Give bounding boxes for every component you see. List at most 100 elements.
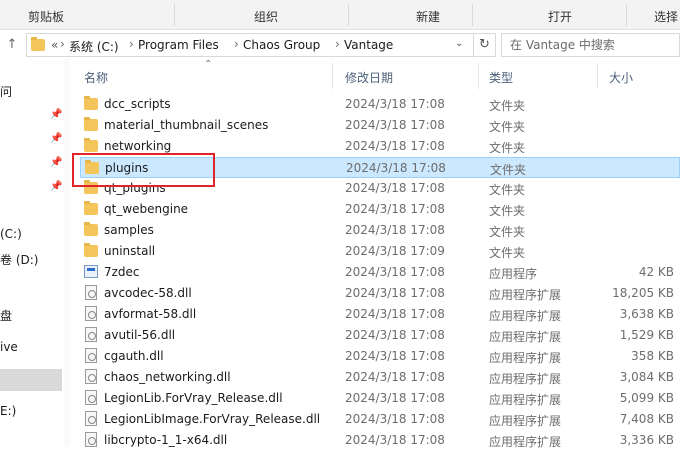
file-date: 2024/3/18 17:08 [345, 223, 445, 237]
breadcrumb-program-files[interactable]: Program Files [138, 38, 219, 52]
file-date: 2024/3/18 17:08 [346, 161, 446, 175]
file-type: 文件夹 [489, 246, 526, 260]
file-row[interactable]: avcodec-58.dll 2024/3/18 17:08 应用程序扩展 18,20… [80, 283, 680, 304]
up-arrow-icon[interactable]: ↑ [4, 37, 20, 53]
folder-icon [84, 117, 98, 131]
file-type: 应用程序 [489, 267, 538, 281]
ribbon-group-new[interactable]: 新建 [416, 8, 440, 25]
file-name: avutil-56.dll [104, 328, 176, 342]
folder-icon [84, 96, 98, 110]
pin-icon[interactable]: 📌 [50, 133, 62, 144]
pin-icon[interactable]: 📌 [50, 157, 62, 168]
file-row[interactable]: LegionLib.ForVray_Release.dll 2024/3/18 1… [80, 388, 680, 409]
file-type: 应用程序扩展 [489, 330, 562, 344]
column-header-type[interactable]: 类型 [489, 69, 513, 86]
nav-item-drive-d[interactable]: 卷 (D:) [0, 251, 38, 268]
pin-icon[interactable]: 📌 [50, 181, 62, 192]
file-row[interactable]: avutil-56.dll 2024/3/18 17:08 应用程序扩展 1,529 … [80, 325, 680, 346]
file-date: 2024/3/18 17:08 [345, 265, 445, 279]
nav-item-drive-e[interactable]: E:) [0, 404, 16, 418]
ribbon-divider [472, 4, 473, 26]
address-bar[interactable]: « › 系统 (C:) › Program Files › Chaos Grou… [26, 33, 474, 57]
file-size: 3,638 KB [619, 307, 674, 321]
file-date: 2024/3/18 17:08 [345, 433, 445, 447]
breadcrumb-overflow[interactable]: « [51, 38, 58, 52]
file-row[interactable]: libcrypto-1_1-x64.dll 2024/3/18 17:08 应用程序… [80, 430, 680, 451]
folder-icon [84, 138, 98, 152]
search-input[interactable]: 在 Vantage 中搜索 [501, 33, 680, 57]
ribbon-group-select[interactable]: 选择 [654, 8, 678, 25]
file-date: 2024/3/18 17:08 [345, 97, 445, 111]
breadcrumb-vantage[interactable]: Vantage [344, 38, 393, 52]
folder-icon [84, 201, 98, 215]
nav-item-disk[interactable]: 盘 [0, 307, 12, 324]
file-row[interactable]: 7zdec 2024/3/18 17:08 应用程序 42 KB [80, 262, 680, 283]
file-name: LegionLibImage.ForVray_Release.dll [104, 412, 321, 426]
chevron-right-icon: › [129, 37, 134, 51]
nav-item[interactable]: 问 [0, 83, 12, 100]
file-name: cgauth.dll [104, 349, 164, 363]
chevron-right-icon: › [234, 37, 239, 51]
folder-icon [84, 222, 98, 236]
chevron-down-icon[interactable]: ⌄ [455, 38, 463, 49]
file-size: 3,084 KB [619, 370, 674, 384]
dll-icon [85, 285, 97, 300]
ribbon-group-organize[interactable]: 组织 [254, 8, 278, 25]
file-type: 文件夹 [489, 99, 526, 113]
sort-chevron-up-icon: ⌃ [204, 59, 213, 70]
file-row[interactable]: uninstall 2024/3/18 17:09 文件夹 [80, 241, 680, 262]
file-name: LegionLib.ForVray_Release.dll [104, 391, 283, 405]
refresh-icon[interactable]: ↻ [474, 33, 496, 57]
file-row[interactable]: chaos_networking.dll 2024/3/18 17:08 应用程序扩… [80, 367, 680, 388]
file-row[interactable]: cgauth.dll 2024/3/18 17:08 应用程序扩展 358 KB [80, 346, 680, 367]
file-type: 应用程序扩展 [489, 309, 562, 323]
file-row[interactable]: material_thumbnail_scenes 2024/3/18 17:08… [80, 115, 680, 136]
ribbon-divider [626, 4, 627, 26]
column-divider[interactable] [478, 63, 479, 89]
highlight-box [72, 153, 215, 187]
breadcrumb-chaos-group[interactable]: Chaos Group [243, 38, 320, 52]
column-header-size[interactable]: 大小 [609, 69, 633, 86]
file-size: 5,099 KB [619, 391, 674, 405]
column-header-date[interactable]: 修改日期 [345, 69, 393, 86]
nav-item-drive-c[interactable]: (C:) [0, 227, 22, 241]
nav-item-drive[interactable]: ive [0, 340, 18, 354]
dll-icon [85, 390, 97, 405]
ribbon-group-open[interactable]: 打开 [548, 8, 572, 25]
file-date: 2024/3/18 17:09 [345, 244, 445, 258]
file-type: 应用程序扩展 [489, 414, 562, 428]
file-type: 文件夹 [489, 204, 526, 218]
column-divider[interactable] [597, 63, 598, 89]
chevron-right-icon: › [60, 37, 65, 51]
file-date: 2024/3/18 17:08 [345, 391, 445, 405]
breadcrumb-drive[interactable]: 系统 (C:) [69, 38, 119, 55]
file-name: networking [104, 139, 172, 153]
file-name: samples [104, 223, 154, 237]
pin-icon[interactable]: 📌 [50, 109, 62, 120]
file-row[interactable]: LegionLibImage.ForVray_Release.dll 2024/3… [80, 409, 680, 430]
file-size: 358 KB [631, 349, 674, 363]
file-type: 应用程序扩展 [489, 393, 562, 407]
column-header-name[interactable]: 名称 [84, 69, 108, 86]
ribbon-group-clipboard[interactable]: 剪贴板 [28, 8, 64, 25]
file-type: 文件夹 [490, 163, 527, 177]
navigation-scrollbar[interactable] [64, 59, 70, 447]
file-row[interactable]: qt_webengine 2024/3/18 17:08 文件夹 [80, 199, 680, 220]
file-type: 应用程序扩展 [489, 435, 562, 449]
file-date: 2024/3/18 17:08 [345, 328, 445, 342]
file-type: 文件夹 [489, 183, 526, 197]
file-row[interactable]: dcc_scripts 2024/3/18 17:08 文件夹 [80, 94, 680, 115]
file-row[interactable]: samples 2024/3/18 17:08 文件夹 [80, 220, 680, 241]
dll-icon [85, 432, 97, 447]
file-type: 应用程序扩展 [489, 351, 562, 365]
file-row[interactable]: avformat-58.dll 2024/3/18 17:08 应用程序扩展 3,63… [80, 304, 680, 325]
dll-icon [85, 306, 97, 321]
file-date: 2024/3/18 17:08 [345, 181, 445, 195]
column-divider[interactable] [332, 63, 333, 89]
column-header-row: ⌃ 名称 修改日期 类型 大小 [70, 59, 680, 91]
file-date: 2024/3/18 17:08 [345, 118, 445, 132]
nav-item-selected[interactable] [0, 369, 62, 391]
file-type: 文件夹 [489, 120, 526, 134]
ribbon-divider [348, 4, 349, 26]
dll-icon [85, 369, 97, 384]
